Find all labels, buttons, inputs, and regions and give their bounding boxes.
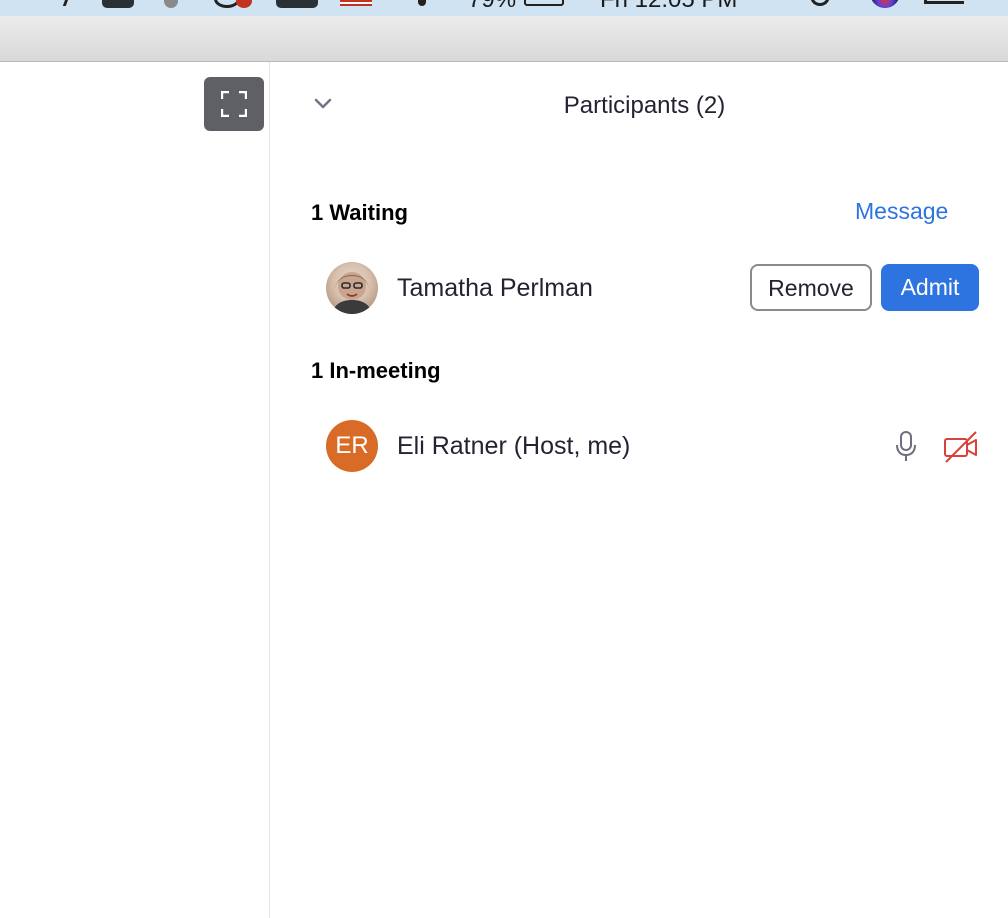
microphone-icon (896, 431, 916, 461)
fullscreen-button[interactable] (204, 77, 264, 131)
siri-icon[interactable] (870, 0, 900, 8)
remove-button[interactable]: Remove (750, 264, 872, 311)
microphone-button[interactable] (891, 430, 921, 464)
participant-name: Tamatha Perlman (397, 274, 593, 302)
facebook-icon[interactable] (276, 0, 318, 8)
video-area (0, 62, 270, 918)
message-waiting-link[interactable]: Message (855, 198, 948, 225)
panel-title: Participants (2) (563, 92, 726, 119)
user-icon[interactable] (164, 0, 178, 8)
dropbox-icon[interactable] (55, 0, 71, 6)
fullscreen-icon (221, 91, 247, 117)
avatar (326, 262, 378, 314)
battery-percent: 79% (468, 0, 516, 14)
video-off-icon (944, 431, 977, 463)
flag-icon[interactable] (340, 0, 372, 6)
wifi-icon[interactable] (418, 0, 426, 6)
menu-bar-clock[interactable]: Fri 12:05 PM (600, 0, 737, 14)
battery-icon[interactable] (524, 0, 564, 6)
avatar: ER (326, 420, 378, 472)
menu-bar: 79% Fri 12:05 PM (0, 0, 1008, 16)
profile-photo (332, 272, 372, 314)
menu-icon[interactable] (924, 0, 964, 4)
in-meeting-participant-row[interactable]: ER Eli Ratner (Host, me) (271, 416, 1008, 476)
tray-app-icon[interactable] (102, 0, 134, 8)
waiting-participant-row[interactable]: Tamatha Perlman Remove Admit (271, 258, 1008, 318)
in-meeting-section-heading: 1 In-meeting (311, 358, 441, 383)
search-icon[interactable] (810, 0, 830, 6)
waiting-section-heading: 1 Waiting (311, 200, 408, 225)
participants-panel: Participants (2) 1 Waiting Message Tamat… (271, 62, 1008, 918)
admit-button[interactable]: Admit (881, 264, 979, 311)
participant-name: Eli Ratner (Host, me) (397, 432, 631, 460)
notification-dot (236, 0, 252, 8)
video-button[interactable] (943, 430, 979, 464)
window-title-bar (0, 16, 1008, 62)
